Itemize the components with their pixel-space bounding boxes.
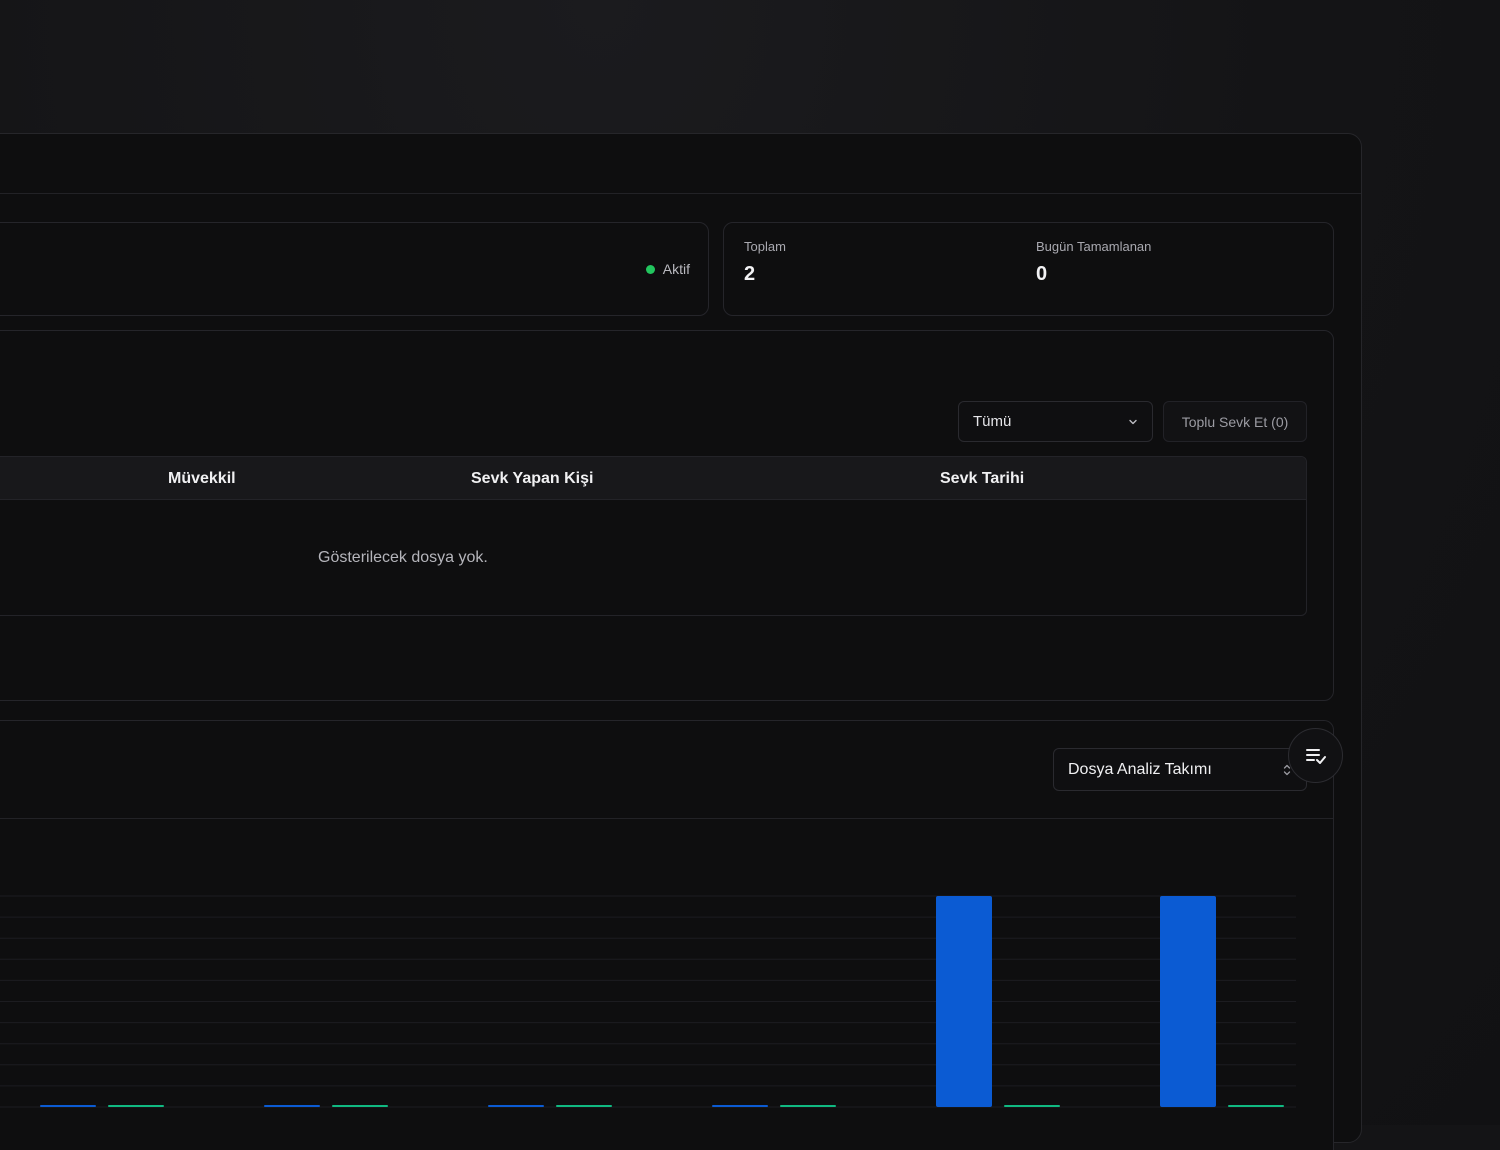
referrals-table: Müvekkil Sevk Yapan Kişi Sevk Tarihi Gös… — [0, 456, 1307, 616]
panel-header — [0, 134, 1361, 194]
status-label: Aktif — [662, 261, 690, 277]
stat-completed-today-label: Bugün Tamamlanan — [1036, 239, 1152, 254]
empty-state-message: Gösterilecek dosya yok. — [318, 549, 488, 566]
list-check-icon — [1305, 748, 1326, 764]
stat-total-value: 2 — [744, 263, 756, 285]
chevron-down-icon — [1129, 419, 1137, 424]
stat-completed-today-value: 0 — [1036, 263, 1048, 285]
chart-bar[interactable] — [780, 1105, 836, 1107]
chart-grid — [0, 895, 1296, 1108]
task-list-button[interactable] — [1288, 728, 1343, 783]
chart-bar[interactable] — [332, 1105, 388, 1107]
stat-total-label: Toplam — [744, 239, 786, 254]
chart-bar[interactable] — [264, 1105, 320, 1107]
chart-bar[interactable] — [712, 1105, 768, 1107]
chart-header: Dosya Analiz Takımı — [0, 721, 1333, 819]
chart-bar[interactable] — [488, 1105, 544, 1107]
team-select[interactable]: Dosya Analiz Takımı — [1053, 748, 1307, 791]
status-dot-icon — [645, 264, 655, 274]
column-referred-by[interactable]: Sevk Yapan Kişi — [471, 470, 593, 488]
filter-select-value: Tümü — [973, 413, 1012, 430]
column-client[interactable]: Müvekkil — [168, 470, 236, 488]
stat-total: Toplam 2 — [744, 239, 786, 286]
chart-bar[interactable] — [1004, 1105, 1060, 1107]
chart-bar[interactable] — [108, 1105, 164, 1107]
status-indicator: Aktif — [645, 261, 690, 277]
referrals-card: Tümü Toplu Sevk Et (0) Müvekkil Sevk Yap… — [0, 330, 1334, 701]
status-card: Aktif — [0, 222, 709, 316]
chart-bar[interactable] — [1228, 1105, 1284, 1107]
column-referral-date[interactable]: Sevk Tarihi — [940, 470, 1024, 488]
bar-chart — [0, 895, 1296, 1108]
stat-completed-today: Bugün Tamamlanan 0 — [1036, 239, 1151, 286]
chart-bar[interactable] — [556, 1105, 612, 1107]
chart-bar[interactable] — [936, 896, 992, 1107]
team-select-value: Dosya Analiz Takımı — [1068, 760, 1212, 778]
chart-bar[interactable] — [1160, 896, 1216, 1107]
filter-select[interactable]: Tümü — [958, 401, 1153, 442]
stats-card: Toplam 2 Bugün Tamamlanan 0 — [723, 222, 1334, 316]
bulk-refer-button[interactable]: Toplu Sevk Et (0) — [1163, 401, 1307, 442]
chart-bar[interactable] — [40, 1105, 96, 1107]
table-header: Müvekkil Sevk Yapan Kişi Sevk Tarihi — [0, 457, 1306, 500]
